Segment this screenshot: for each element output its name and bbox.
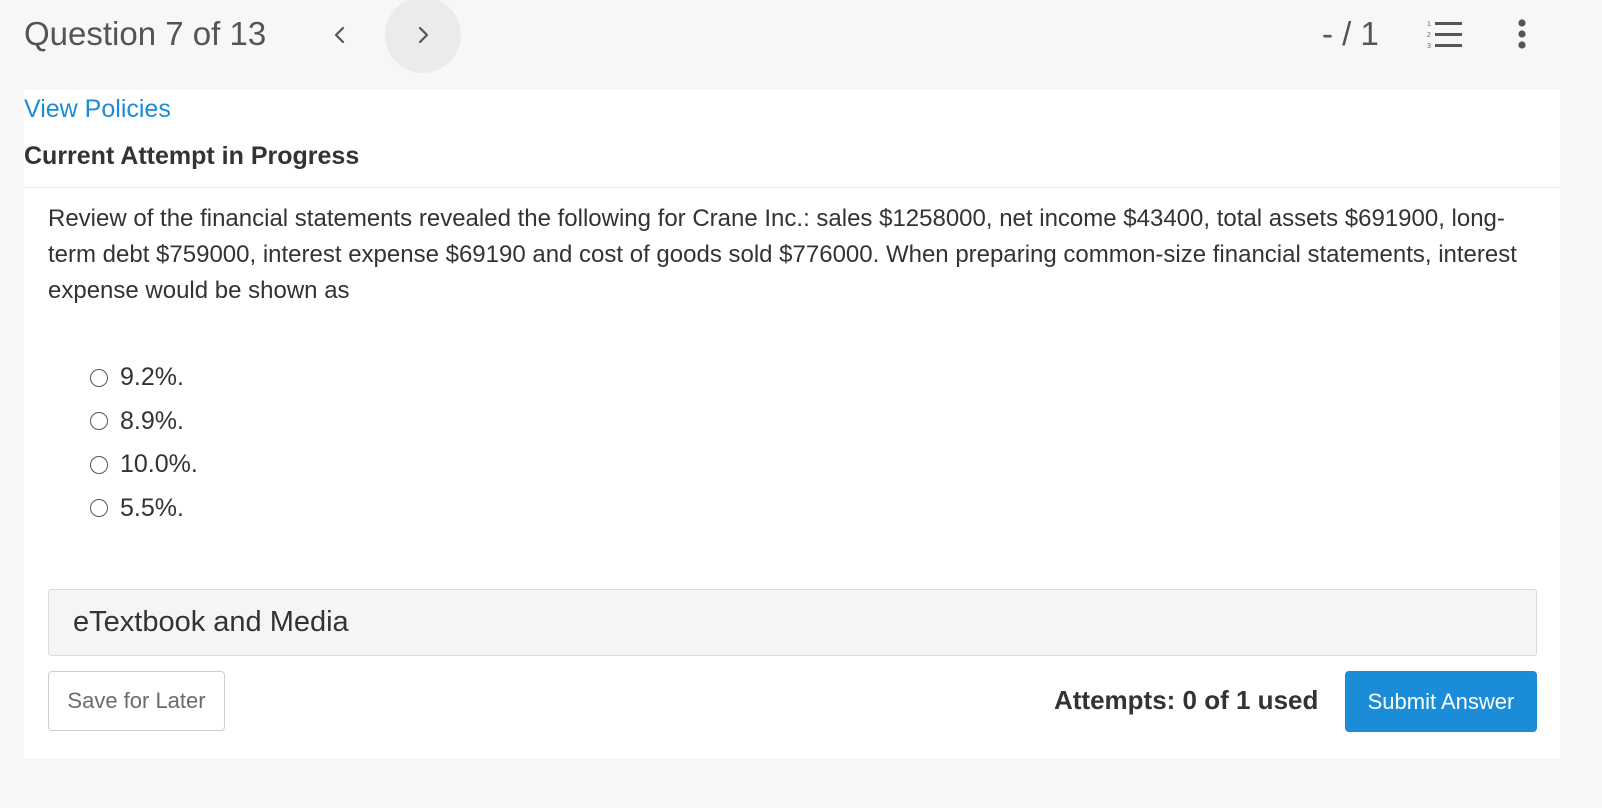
chevron-right-icon xyxy=(418,26,429,44)
radio-button[interactable] xyxy=(90,368,108,387)
answer-option[interactable]: 10.0%. xyxy=(90,443,198,487)
attempt-status-heading: Current Attempt in Progress xyxy=(24,142,360,170)
previous-question-button[interactable] xyxy=(302,0,378,73)
divider xyxy=(24,187,1560,188)
question-text: Review of the financial statements revea… xyxy=(48,205,1517,304)
chevron-left-icon xyxy=(334,26,345,44)
svg-text:2: 2 xyxy=(1427,32,1431,39)
question-counter: Question 7 of 13 xyxy=(24,15,267,52)
svg-text:1: 1 xyxy=(1427,21,1431,28)
question-header: Question 7 of 13 - / 1 1 2 3 xyxy=(0,0,1602,90)
svg-text:3: 3 xyxy=(1427,43,1431,50)
radio-button[interactable] xyxy=(90,499,108,518)
next-question-button[interactable] xyxy=(385,0,461,73)
answer-options: 9.2%. 8.9%. 10.0%. 5.5%. xyxy=(90,356,198,530)
answer-option-label: 8.9%. xyxy=(120,406,184,435)
etextbook-media-panel[interactable]: eTextbook and Media xyxy=(48,589,1537,656)
numbered-list-icon[interactable]: 1 2 3 xyxy=(1426,19,1464,51)
answer-option[interactable]: 8.9%. xyxy=(90,400,198,444)
question-score: - / 1 xyxy=(1322,15,1379,52)
attempts-counter: Attempts: 0 of 1 used xyxy=(1054,685,1319,715)
radio-button[interactable] xyxy=(90,455,108,474)
answer-option-label: 5.5%. xyxy=(120,493,184,522)
etextbook-media-label: eTextbook and Media xyxy=(73,606,349,638)
answer-option-label: 9.2%. xyxy=(120,363,184,392)
radio-button[interactable] xyxy=(90,412,108,431)
answer-option-label: 10.0%. xyxy=(120,450,198,479)
save-for-later-button[interactable]: Save for Later xyxy=(48,671,225,731)
more-vertical-icon[interactable] xyxy=(1510,16,1534,52)
answer-option[interactable]: 5.5%. xyxy=(90,487,198,531)
submit-answer-button[interactable]: Submit Answer xyxy=(1345,671,1537,732)
question-card: View Policies Current Attempt in Progres… xyxy=(24,90,1560,758)
view-policies-link[interactable]: View Policies xyxy=(24,93,171,125)
answer-option[interactable]: 9.2%. xyxy=(90,356,198,400)
